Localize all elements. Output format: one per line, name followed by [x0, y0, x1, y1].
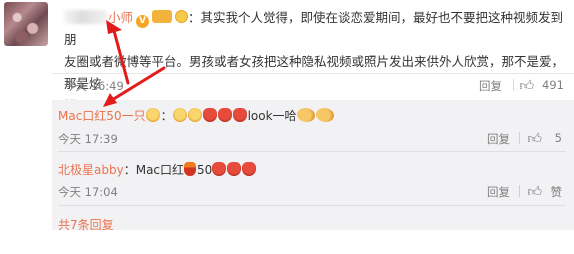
member-badge-icon	[152, 10, 173, 23]
sub-reply-text: look一哈	[247, 109, 297, 123]
sub-reply-text-prefix: Mac口红	[135, 163, 185, 177]
thumbs-up-icon[interactable]: 👍︎	[519, 77, 534, 94]
reply-button[interactable]: 回复	[487, 184, 510, 200]
emoji-face-icon	[187, 108, 202, 122]
comment-timestamp: 今天 16:49	[64, 79, 124, 93]
sub-reply-text-suffix: 50	[197, 163, 213, 177]
separator	[519, 132, 520, 144]
emoji-lipstick-icon	[212, 162, 227, 176]
emoji-lipstick-icon	[232, 108, 247, 122]
sub-reply-1-meta: 今天 17:39 回复 👍︎ 5	[58, 130, 562, 148]
sub-reply-timestamp: 今天 17:39	[58, 132, 118, 146]
emoji-lipstick-icon	[184, 162, 197, 176]
sub-reply-1: Mac口红50一只： look一哈	[58, 108, 335, 124]
separator	[513, 79, 514, 91]
sub-reply-2: 北极星abby：Mac口红 50	[58, 162, 257, 178]
emoji-face-icon	[172, 108, 187, 122]
sub-reply-timestamp: 今天 17:04	[58, 185, 118, 199]
level-badge-icon	[175, 10, 189, 23]
like-count: 5	[554, 131, 562, 145]
more-replies-link[interactable]: 共7条回复	[58, 216, 114, 233]
divider	[58, 151, 566, 152]
avatar[interactable]	[4, 2, 48, 46]
emoji-lipstick-icon	[202, 108, 217, 122]
emoji-lipstick-icon	[217, 108, 232, 122]
emoji-hand-icon	[315, 108, 334, 122]
divider	[52, 73, 574, 74]
blurred-username-prefix	[64, 10, 108, 24]
emoji-lipstick-icon	[242, 162, 257, 176]
sub-replies-panel: Mac口红50一只： look一哈 今天 17:39 回复 👍︎ 5 北极星abb…	[52, 100, 574, 233]
sub-reply-username[interactable]: 北极星abby	[58, 163, 124, 177]
sub-reply-username[interactable]: Mac口红50一只	[58, 109, 146, 123]
like-label[interactable]: 赞	[551, 184, 563, 200]
separator	[519, 185, 520, 197]
emoji-face-icon	[145, 108, 160, 122]
sub-reply-2-meta: 今天 17:04 回复 👍︎ 赞	[58, 183, 562, 201]
emoji-lipstick-icon	[227, 162, 242, 176]
comment-username[interactable]: 小师	[108, 10, 133, 25]
verified-v-badge-icon: V	[136, 15, 150, 28]
reply-button[interactable]: 回复	[487, 131, 510, 147]
thumbs-up-icon[interactable]: 👍︎	[527, 130, 542, 147]
divider	[58, 205, 566, 206]
emoji-hand-icon	[296, 108, 315, 122]
reply-button[interactable]: 回复	[479, 78, 502, 94]
main-comment: 小师 V ：其实我个人觉得，即使在谈恋爱期间，最好也不要把这种视频发到朋 友圈或者微…	[0, 0, 574, 113]
thumbs-up-icon[interactable]: 👍︎	[527, 183, 542, 200]
comment-meta: 今天 16:49 回复 👍︎ 491	[64, 76, 564, 96]
like-count: 491	[542, 78, 564, 92]
